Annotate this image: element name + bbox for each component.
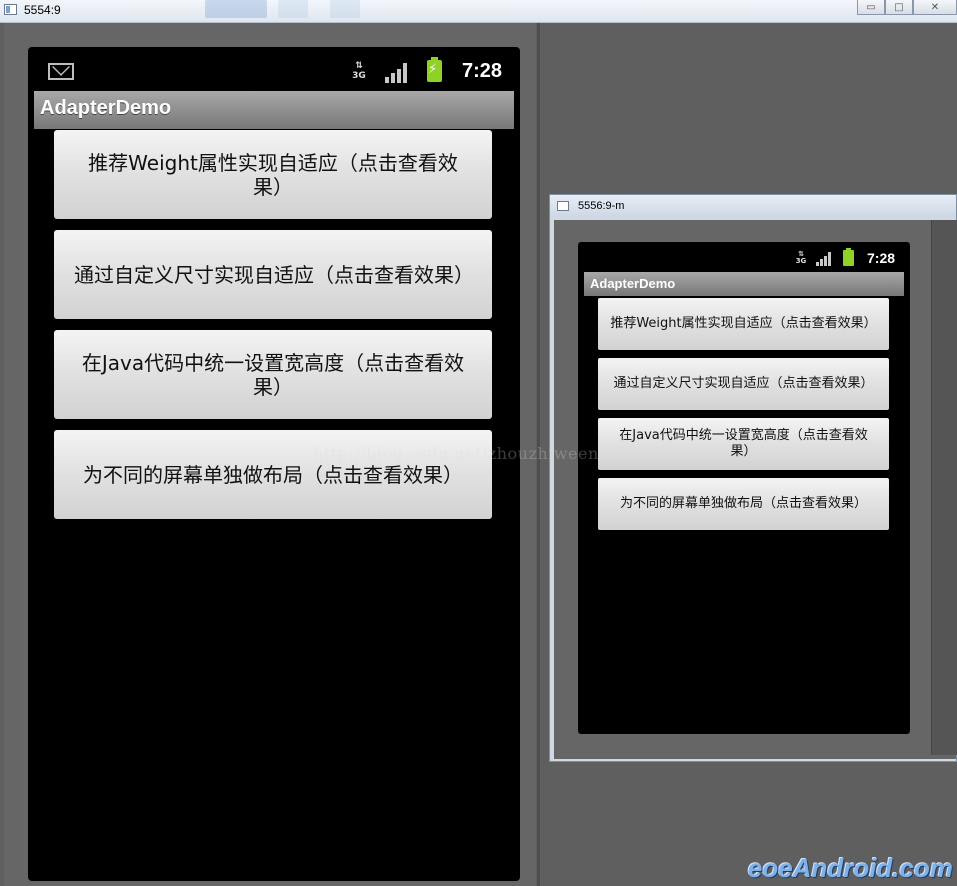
app-title-bar: AdapterDemo bbox=[34, 91, 514, 129]
popup-phone-screen: ⇅ 3G 7:28 AdapterDemo 推荐Weight属性实现自适应（点击查… bbox=[578, 242, 910, 734]
main-window-title: 5554:9 bbox=[24, 3, 61, 17]
separate-layout-button[interactable]: 为不同的屏幕单独做布局（点击查看效果） bbox=[598, 478, 889, 530]
network-type: 3G bbox=[795, 257, 807, 265]
battery-charging-icon bbox=[427, 57, 442, 82]
java-code-size-button[interactable]: 在Java代码中统一设置宽高度（点击查看效果） bbox=[54, 330, 492, 419]
custom-size-adaptive-button[interactable]: 通过自定义尺寸实现自适应（点击查看效果） bbox=[54, 230, 492, 319]
maximize-button[interactable]: □ bbox=[885, 0, 913, 15]
java-code-size-button[interactable]: 在Java代码中统一设置宽高度（点击查看效果） bbox=[598, 418, 889, 470]
main-window-titlebar: 5554:9 ▭ □ ✕ bbox=[0, 0, 957, 23]
popup-emulator-skin: ⇅ 3G 7:28 AdapterDemo 推荐Weight属性实现自适应（点击查… bbox=[554, 220, 957, 759]
window-app-icon bbox=[4, 4, 17, 15]
weight-adaptive-button[interactable]: 推荐Weight属性实现自适应（点击查看效果） bbox=[54, 130, 492, 219]
phone-screen: ⇅3G 7:28 AdapterDemo 推荐Weight属性实现自适应（点击查… bbox=[28, 47, 520, 881]
status-bar: ⇅3G 7:28 bbox=[28, 47, 520, 91]
app-title-bar: AdapterDemo bbox=[584, 272, 904, 296]
popup-window-titlebar[interactable]: 5556:9-m bbox=[550, 195, 956, 217]
status-clock: 7:28 bbox=[462, 60, 503, 82]
signal-bars-icon bbox=[385, 63, 409, 83]
brand-logo: eoeAndroid.com bbox=[747, 853, 953, 883]
background-tab bbox=[330, 0, 360, 18]
weight-adaptive-button[interactable]: 推荐Weight属性实现自适应（点击查看效果） bbox=[598, 298, 889, 350]
signal-3g-icon: ⇅ 3G bbox=[795, 250, 807, 265]
popup-window-title: 5556:9-m bbox=[578, 200, 625, 212]
background-tab bbox=[205, 0, 267, 18]
window-controls: ▭ □ ✕ bbox=[857, 0, 957, 16]
signal-bars-icon bbox=[816, 252, 832, 266]
app-title: AdapterDemo bbox=[590, 276, 676, 291]
close-button[interactable]: ✕ bbox=[913, 0, 957, 15]
custom-size-adaptive-button[interactable]: 通过自定义尺寸实现自适应（点击查看效果） bbox=[598, 358, 889, 410]
minimize-button[interactable]: ▭ bbox=[857, 0, 885, 15]
popup-status-bar: ⇅ 3G 7:28 bbox=[578, 242, 910, 272]
signal-3g-icon: ⇅ 3G bbox=[352, 61, 366, 81]
blog-watermark: http://blog.csdn.net/zhouzhiweengang bbox=[313, 444, 642, 463]
popup-scrollbar[interactable] bbox=[931, 220, 957, 755]
background-tab bbox=[278, 0, 308, 18]
app-title: AdapterDemo bbox=[40, 97, 172, 119]
popup-emulator-window: 5556:9-m ⇅ 3G 7:28 AdapterDemo 推荐Weight属性… bbox=[549, 194, 957, 762]
window-app-icon bbox=[557, 201, 569, 211]
status-clock: 7:28 bbox=[867, 250, 896, 266]
network-type: 3G bbox=[352, 71, 366, 81]
mail-icon bbox=[48, 63, 74, 80]
battery-charging-icon bbox=[843, 248, 854, 266]
